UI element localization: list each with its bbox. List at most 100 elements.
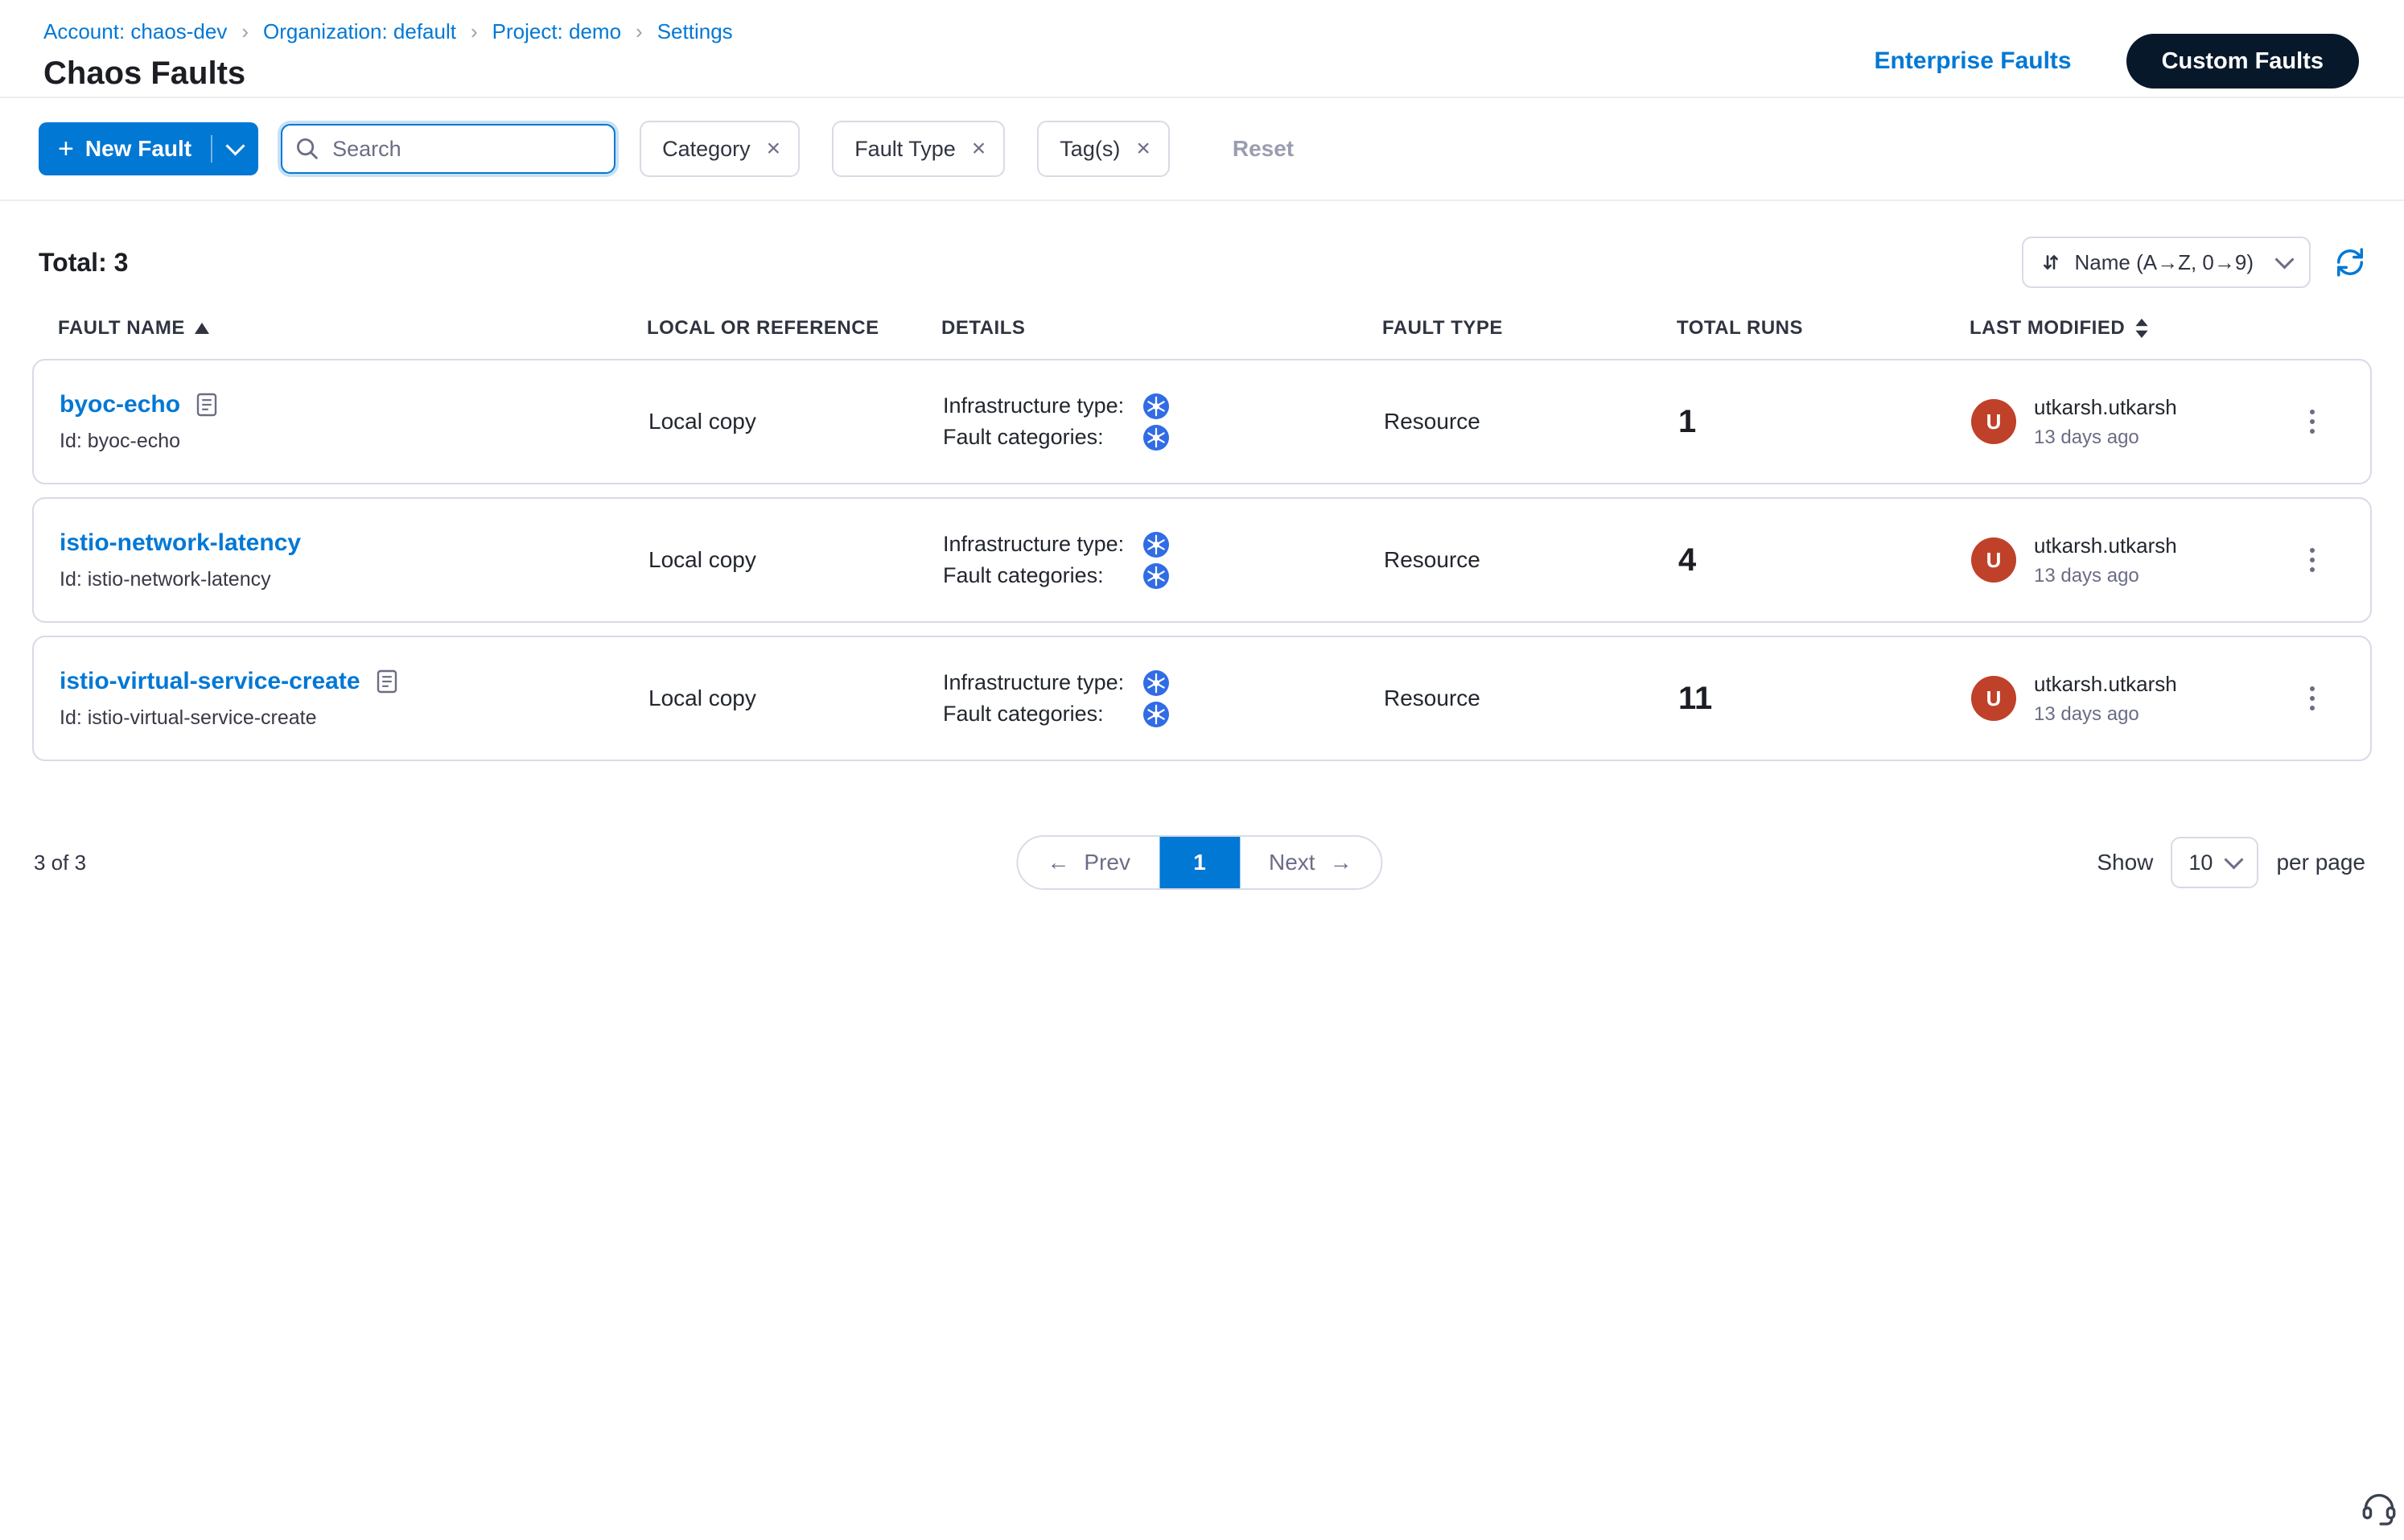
reset-filters-button[interactable]: Reset [1223,134,1303,163]
avatar: U [1971,676,2016,721]
chaos-faults-page: Account: chaos-dev › Organization: defau… [0,0,2404,890]
search-icon [295,137,319,161]
breadcrumb-settings[interactable]: Settings [657,19,733,44]
new-fault-button[interactable]: + New Fault [39,122,258,175]
sort-ascending-icon [195,323,209,334]
refresh-icon [2335,247,2365,278]
avatar: U [1971,537,2016,583]
page-number-button[interactable]: 1 [1159,837,1240,888]
next-page-button[interactable]: Next → [1240,837,1381,888]
fault-name-text: istio-virtual-service-create [60,668,360,695]
show-label: Show [2097,850,2153,875]
row-menu-button[interactable] [2300,677,2324,720]
close-icon[interactable]: × [767,137,781,161]
column-header-details: DETAILS [941,317,1382,340]
breadcrumb-separator-icon: › [241,19,249,44]
filter-chip-category[interactable]: Category × [640,121,800,177]
column-label: FAULT NAME [58,317,185,340]
modified-by-user: utkarsh.utkarsh [2034,672,2177,697]
column-header-local-or-reference: LOCAL OR REFERENCE [647,317,941,340]
support-headset-icon[interactable] [2359,1487,2399,1527]
kubernetes-icon [1142,531,1170,558]
fault-categories-label: Fault categories: [943,702,1142,727]
enterprise-faults-link[interactable]: Enterprise Faults [1875,47,2072,75]
chevron-down-icon [226,136,245,155]
chip-label: Category [662,137,751,162]
sort-updown-icon [2041,253,2060,272]
column-header-total-runs: TOTAL RUNS [1677,317,1970,340]
fault-type-value: Resource [1384,547,1678,573]
column-header-fault-name[interactable]: FAULT NAME [58,317,647,340]
header-actions: Enterprise Faults Custom Faults [1875,34,2359,89]
arrow-left-icon: ← [1047,850,1069,875]
local-or-reference-value: Local copy [648,686,943,711]
fault-name-link[interactable]: byoc-echo [60,391,648,418]
details-cell: Infrastructure type: Fault categories: [943,389,1384,455]
new-fault-label: New Fault [85,136,191,162]
table-header-row: FAULT NAME LOCAL OR REFERENCE DETAILS FA… [32,317,2372,359]
breadcrumb-account[interactable]: Account: chaos-dev [43,19,227,44]
new-fault-main[interactable]: + New Fault [39,135,211,163]
avatar: U [1971,399,2016,444]
close-icon[interactable]: × [972,137,986,161]
breadcrumb-organization[interactable]: Organization: default [263,19,456,44]
filter-chips: Category × Fault Type × Tag(s) × [640,121,1170,177]
close-icon[interactable]: × [1136,137,1151,161]
details-cell: Infrastructure type: Fault categories: [943,527,1384,594]
custom-faults-button[interactable]: Custom Faults [2126,34,2359,89]
sort-dropdown[interactable]: Name (A→Z, 0→9) [2022,237,2311,288]
fault-row: byoc-echo Id: byoc-echo Local copy Infra… [32,359,2372,484]
pagination-bar: 3 of 3 ← Prev 1 Next → Show 10 per page [34,835,2365,890]
search-input[interactable] [281,124,615,174]
new-fault-dropdown-toggle[interactable] [212,122,258,175]
column-label: FAULT TYPE [1382,317,1503,340]
breadcrumb-project[interactable]: Project: demo [492,19,621,44]
infrastructure-type-label: Infrastructure type: [943,532,1142,557]
local-or-reference-value: Local copy [648,547,943,573]
document-icon [196,393,217,417]
fault-name-text: istio-network-latency [60,529,301,557]
column-label: TOTAL RUNS [1677,317,1803,340]
filter-chip-tags[interactable]: Tag(s) × [1037,121,1170,177]
page-size-control: Show 10 per page [2097,837,2365,888]
page-header: Account: chaos-dev › Organization: defau… [0,0,2404,98]
sort-label: Name (A→Z, 0→9) [2075,250,2254,275]
fault-type-value: Resource [1384,686,1678,711]
modified-time: 13 days ago [2034,426,2177,449]
kubernetes-icon [1142,562,1170,590]
chevron-down-icon [2225,850,2244,869]
column-label: LOCAL OR REFERENCE [647,317,879,340]
filter-chip-fault-type[interactable]: Fault Type × [832,121,1005,177]
last-modified-cell: U utkarsh.utkarsh 13 days ago [1971,533,2280,587]
row-menu-button[interactable] [2300,538,2324,582]
next-label: Next [1269,850,1315,875]
chip-label: Fault Type [854,137,956,162]
toolbar: + New Fault Category × Fault Type × [0,98,2404,201]
column-header-last-modified[interactable]: LAST MODIFIED [1970,317,2282,340]
fault-name-link[interactable]: istio-network-latency [60,529,648,557]
total-runs-value: 4 [1678,542,1971,579]
chip-label: Tag(s) [1060,137,1120,162]
breadcrumb-separator-icon: › [471,19,478,44]
total-count: Total: 3 [39,248,128,278]
infrastructure-type-label: Infrastructure type: [943,393,1142,418]
kubernetes-icon [1142,393,1170,420]
row-menu-button[interactable] [2300,400,2324,443]
refresh-button[interactable] [2335,247,2365,278]
modified-time: 13 days ago [2034,565,2177,587]
last-modified-cell: U utkarsh.utkarsh 13 days ago [1971,672,2280,726]
fault-name-cell: istio-virtual-service-create Id: istio-v… [60,668,648,730]
prev-page-button[interactable]: ← Prev [1018,837,1159,888]
last-modified-cell: U utkarsh.utkarsh 13 days ago [1971,395,2280,449]
list-summary-bar: Total: 3 Name (A→Z, 0→9) [0,201,2404,317]
page-size-dropdown[interactable]: 10 [2171,837,2258,888]
page-summary: 3 of 3 [34,850,86,875]
chevron-down-icon [2274,249,2294,269]
column-header-fault-type: FAULT TYPE [1382,317,1677,340]
page-size-value: 10 [2188,850,2213,875]
plus-icon: + [58,135,74,163]
fault-categories-label: Fault categories: [943,425,1142,450]
fault-name-link[interactable]: istio-virtual-service-create [60,668,648,695]
list-controls: Name (A→Z, 0→9) [2022,237,2366,288]
fault-name-cell: byoc-echo Id: byoc-echo [60,391,648,453]
